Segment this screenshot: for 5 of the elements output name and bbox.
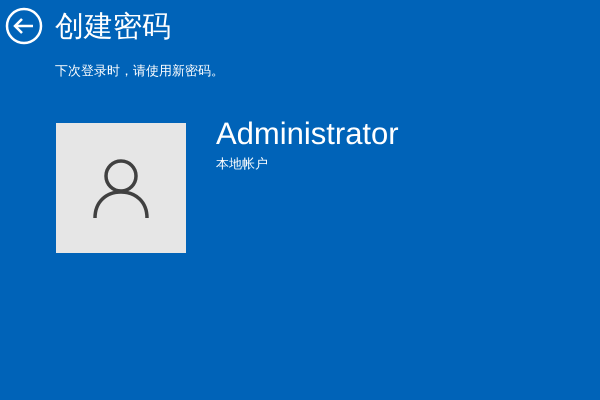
account-type: 本地帐户 [216, 156, 268, 173]
back-icon[interactable] [5, 7, 43, 45]
page-title: 创建密码 [55, 8, 171, 45]
page-subtitle: 下次登录时，请使用新密码。 [55, 63, 225, 80]
account-name: Administrator [216, 117, 399, 151]
